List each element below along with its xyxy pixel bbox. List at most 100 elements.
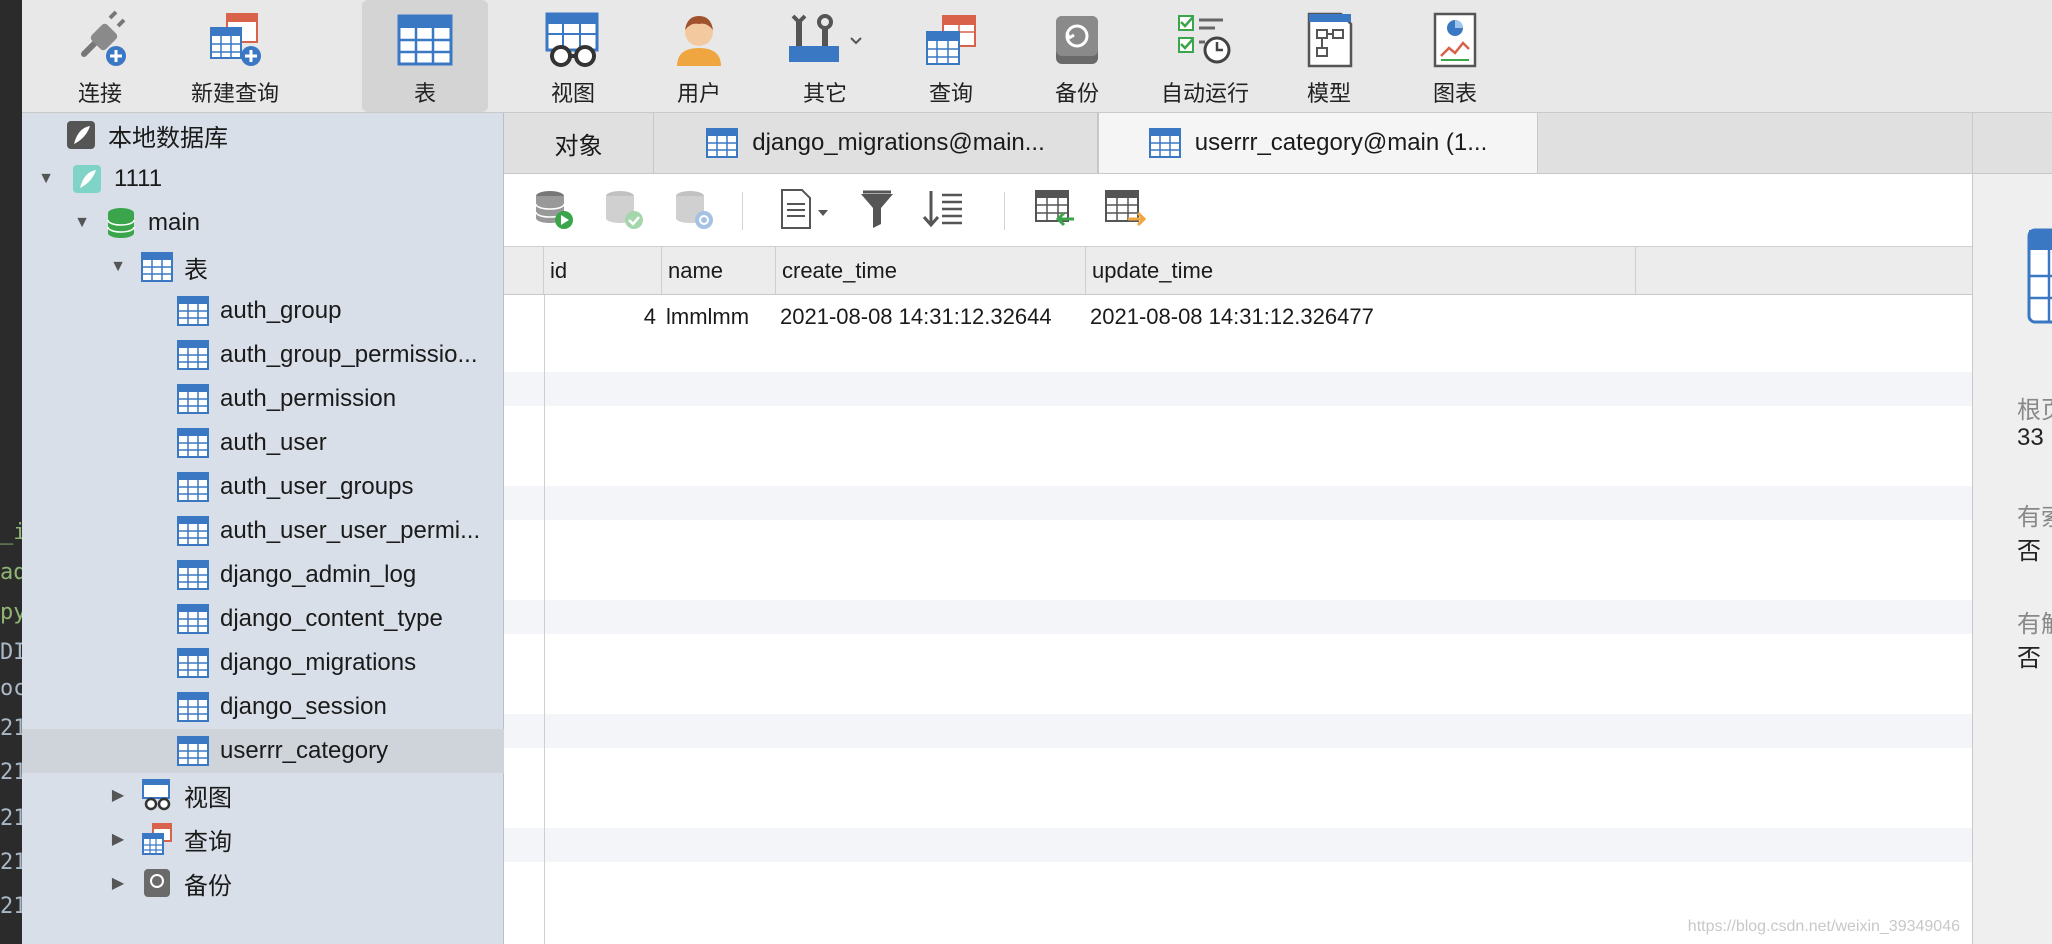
column-header-id[interactable]: id <box>544 247 662 294</box>
backup-button[interactable]: 备份 <box>1014 0 1140 112</box>
text-view-button[interactable] <box>774 188 834 234</box>
editor-fragment: 21 <box>0 806 22 831</box>
automation-button[interactable]: 自动运行 <box>1132 0 1278 112</box>
row-gutter <box>504 295 545 944</box>
tree-label: auth_user_groups <box>220 473 414 500</box>
grid-stripe <box>504 486 1972 520</box>
others-label: 其它 <box>802 81 847 106</box>
disclosure-down-icon[interactable]: ▼ <box>72 201 92 245</box>
tree-connection[interactable]: ▼ 1111 <box>22 157 517 201</box>
db-check-icon <box>602 188 644 235</box>
column-header-name[interactable]: name <box>662 247 776 294</box>
views-button[interactable]: 视图 <box>510 0 636 112</box>
sqlite-feather-icon <box>70 162 104 196</box>
tree-label: 查询 <box>184 828 232 856</box>
editor-fragment: oc <box>0 676 22 701</box>
tree-schema-main[interactable]: ▼ main <box>22 201 553 245</box>
tab-label: django_migrations@main... <box>752 129 1045 156</box>
tree-label: auth_group_permissio... <box>220 341 478 368</box>
tab-userrr-category[interactable]: userrr_category@main (1... <box>1098 113 1538 173</box>
table-icon <box>176 690 210 724</box>
editor-fragment: 21 <box>0 760 22 785</box>
inspector-value: 33 <box>2017 424 2044 451</box>
automation-icon <box>1175 10 1235 70</box>
export-button[interactable] <box>1102 188 1148 234</box>
connect-button[interactable]: 连接 <box>52 0 148 112</box>
tree-label: auth_user <box>220 429 327 456</box>
connect-label: 连接 <box>77 81 122 106</box>
view-icon <box>543 10 603 70</box>
inspector-label: 有索 <box>2017 504 2052 531</box>
tab-bar: 对象 django_migrations@main... userrr_cate… <box>504 113 1972 174</box>
disclosure-right-icon[interactable]: ▶ <box>108 861 128 905</box>
editor-fragment: py <box>0 600 22 625</box>
table-icon <box>706 127 739 159</box>
users-button[interactable]: 用户 <box>636 0 762 112</box>
column-header-create-time[interactable]: create_time <box>776 247 1086 294</box>
cell-update-time[interactable]: 2021-08-08 14:31:12.326477 <box>1090 301 1630 333</box>
model-button[interactable]: 模型 <box>1266 0 1392 112</box>
table-icon <box>176 382 210 416</box>
navigation-sidebar: 本地数据库 ▼ 1111 ▼ main ▼ 表 auth_group auth_… <box>22 113 657 944</box>
cell-name[interactable]: lmmlmm <box>666 301 776 333</box>
queries-button[interactable]: 查询 <box>888 0 1014 112</box>
others-button[interactable]: 其它 <box>762 0 888 112</box>
editor-fragment: ad <box>0 560 22 585</box>
table-icon <box>395 10 455 70</box>
inspector-tabbar <box>1973 113 2052 174</box>
charts-button[interactable]: 图表 <box>1392 0 1518 112</box>
disclosure-right-icon[interactable]: ▶ <box>108 817 128 861</box>
column-header-update-time[interactable]: update_time <box>1086 247 1636 294</box>
tab-label: 对象 <box>554 132 603 160</box>
disclosure-right-icon[interactable]: ▶ <box>108 773 128 817</box>
backup-label: 备份 <box>1054 81 1099 106</box>
queries-label: 查询 <box>928 81 973 106</box>
view-icon <box>140 778 174 812</box>
tables-label: 表 <box>413 81 436 106</box>
chart-icon <box>1425 10 1485 70</box>
table-icon <box>176 294 210 328</box>
tree-label: main <box>148 209 201 236</box>
inspector-value: 否 <box>2017 645 2041 672</box>
filter-icon <box>859 190 895 233</box>
tree-label: django_migrations <box>220 649 417 676</box>
tree-local-database[interactable]: 本地数据库 <box>22 113 545 157</box>
table-icon <box>2027 228 2052 329</box>
tools-icon <box>785 10 865 70</box>
column-header-label: id <box>550 257 568 283</box>
cell-id[interactable]: 4 <box>544 301 656 333</box>
grid-stripe <box>504 828 1972 862</box>
tables-button[interactable]: 表 <box>362 0 488 112</box>
inspector-label: 根页 <box>2017 397 2052 424</box>
column-header-label: create_time <box>782 257 897 283</box>
tree-label: auth_group <box>220 297 342 324</box>
table-icon <box>1148 127 1181 159</box>
commit-button[interactable] <box>600 188 646 234</box>
tab-objects[interactable]: 对象 <box>504 113 654 173</box>
disclosure-down-icon[interactable]: ▼ <box>36 157 56 201</box>
disclosure-down-icon[interactable]: ▼ <box>108 245 128 289</box>
tab-django-migrations[interactable]: django_migrations@main... <box>654 113 1098 173</box>
tab-label: userrr_category@main (1... <box>1194 129 1488 156</box>
begin-transaction-button[interactable] <box>530 188 576 234</box>
filter-button[interactable] <box>854 188 900 234</box>
cell-create-time[interactable]: 2021-08-08 14:31:12.32644 <box>780 301 1084 333</box>
backup-icon <box>1047 10 1107 70</box>
table-icon <box>176 646 210 680</box>
table-icon <box>176 558 210 592</box>
import-button[interactable] <box>1032 188 1078 234</box>
table-export-icon <box>1104 189 1147 234</box>
tree-label: 本地数据库 <box>108 124 228 152</box>
rollback-button[interactable] <box>670 188 716 234</box>
backup-icon <box>140 866 174 900</box>
watermark: https://blog.csdn.net/weixin_39349046 <box>1687 918 1960 935</box>
automation-label: 自动运行 <box>1160 81 1249 106</box>
table-icon <box>176 338 210 372</box>
row-gutter-header <box>504 247 544 294</box>
views-label: 视图 <box>550 81 595 106</box>
column-header-label: update_time <box>1092 257 1214 283</box>
sort-button[interactable] <box>920 188 966 234</box>
new-query-button[interactable]: 新建查询 <box>170 0 300 112</box>
editor-fragment: 21 <box>0 716 22 741</box>
tree-label: django_content_type <box>220 605 443 632</box>
